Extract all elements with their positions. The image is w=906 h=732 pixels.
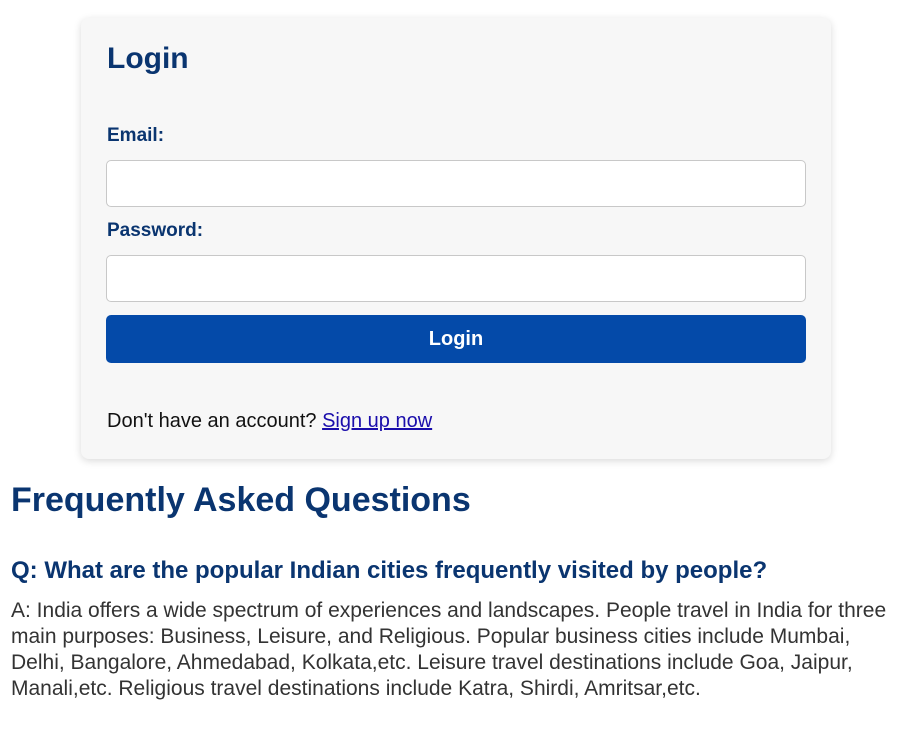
- signup-line: Don't have an account? Sign up now: [107, 410, 432, 433]
- password-field[interactable]: [106, 255, 806, 302]
- password-label: Password:: [107, 220, 204, 241]
- faq-question: Q: What are the popular Indian cities fr…: [11, 557, 768, 584]
- faq-title: Frequently Asked Questions: [11, 481, 471, 519]
- login-button[interactable]: Login: [106, 315, 806, 363]
- email-label: Email:: [107, 125, 165, 146]
- signup-prompt: Don't have an account?: [107, 410, 323, 432]
- email-field[interactable]: [106, 160, 806, 207]
- faq-answer: A: India offers a wide spectrum of exper…: [11, 599, 887, 700]
- login-title: Login: [107, 42, 189, 75]
- login-card: Login Email: Password: Login Don't have …: [81, 18, 831, 459]
- signup-link[interactable]: Sign up now: [322, 410, 432, 432]
